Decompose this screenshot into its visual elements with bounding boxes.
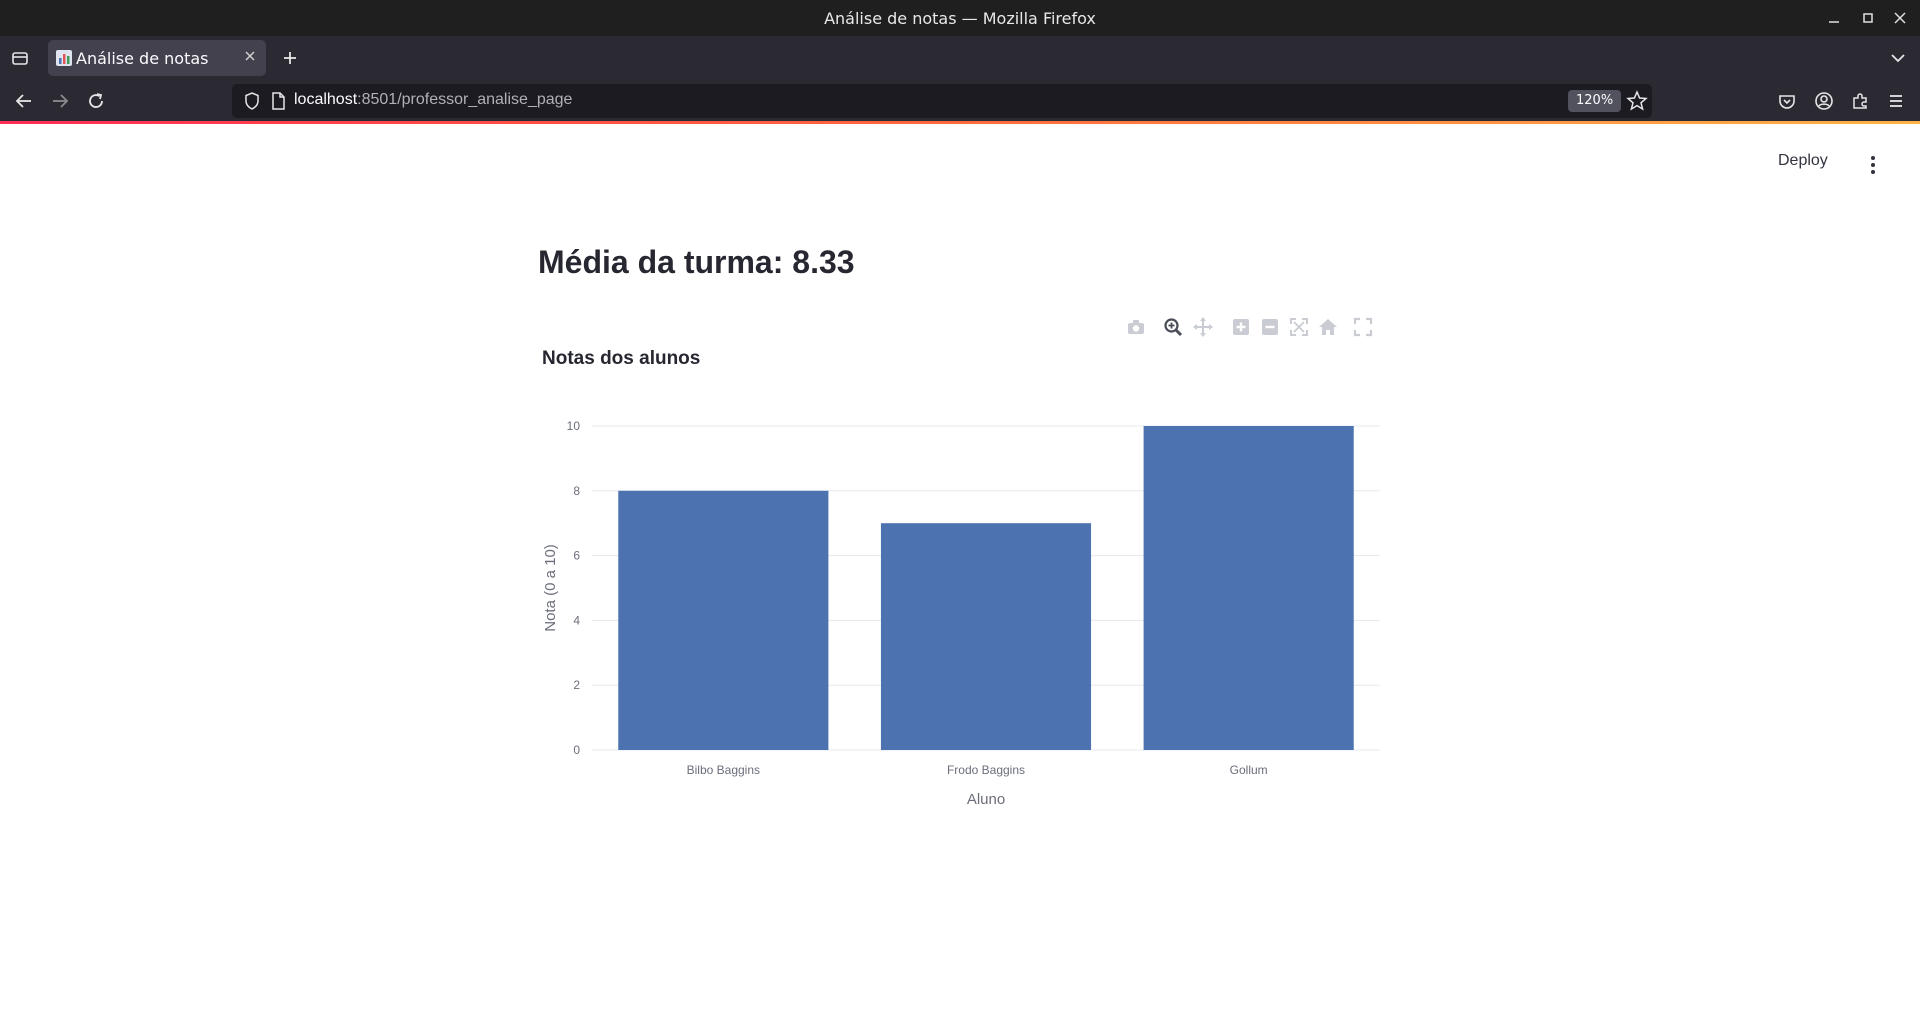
fullscreen-icon[interactable] <box>1352 316 1374 338</box>
menu-icon[interactable] <box>1884 89 1908 113</box>
tab-bar: Análise de notas <box>0 36 1920 80</box>
y-axis-title: Nota (0 a 10) <box>542 544 559 632</box>
bar-chart-favicon-icon <box>56 50 72 66</box>
forward-icon[interactable] <box>48 89 72 113</box>
zoom-level-badge[interactable]: 120% <box>1568 90 1622 112</box>
y-axis-ticks: 0 2 4 6 8 10 <box>567 419 581 757</box>
url-host: localhost <box>294 91 358 108</box>
tab-label: Análise de notas <box>76 49 209 68</box>
chart-bars <box>618 426 1354 750</box>
maximize-icon[interactable] <box>1856 6 1880 30</box>
page-title: Média da turma: 8.33 <box>538 244 855 280</box>
bar-bilbo-baggins[interactable] <box>618 490 829 750</box>
camera-icon[interactable] <box>1125 316 1147 338</box>
close-window-icon[interactable] <box>1888 6 1912 30</box>
zoom-in-icon[interactable] <box>1230 316 1252 338</box>
new-tab-icon[interactable] <box>278 46 302 74</box>
y-tick-label: 2 <box>573 678 580 692</box>
tab-overview-icon[interactable] <box>8 46 32 74</box>
bookmark-star-icon[interactable] <box>1626 90 1648 116</box>
tab-analise-de-notas[interactable]: Análise de notas <box>48 40 266 76</box>
window-titlebar: Análise de notas — Mozilla Firefox <box>0 0 1920 36</box>
chart-title: Notas dos alunos <box>542 348 701 369</box>
x-tick-label: Frodo Baggins <box>947 763 1025 777</box>
pocket-icon[interactable] <box>1775 89 1799 113</box>
back-icon[interactable] <box>12 89 36 113</box>
bar-chart[interactable]: 0 2 4 6 8 10 Bilbo Baggins Frodo Baggins Gollum… <box>530 400 1390 820</box>
window-title: Análise de notas — Mozilla Firefox <box>824 9 1096 28</box>
account-icon[interactable] <box>1812 89 1836 113</box>
y-tick-label: 6 <box>573 549 580 563</box>
y-tick-label: 10 <box>567 419 581 433</box>
y-tick-label: 0 <box>573 743 580 757</box>
close-tab-icon[interactable] <box>242 48 258 68</box>
zoom-icon[interactable] <box>1162 316 1184 338</box>
main-menu-kebab-icon[interactable] <box>1864 154 1882 176</box>
minimize-icon[interactable] <box>1822 6 1846 30</box>
bar-frodo-baggins[interactable] <box>880 523 1092 750</box>
reload-icon[interactable] <box>84 89 108 113</box>
autoscale-icon[interactable] <box>1288 316 1310 338</box>
url-path: :8501/professor_analise_page <box>357 91 573 108</box>
pan-icon[interactable] <box>1192 316 1214 338</box>
bar-gollum[interactable] <box>1143 426 1354 750</box>
extensions-icon[interactable] <box>1848 89 1872 113</box>
reset-axes-home-icon[interactable] <box>1317 316 1339 338</box>
x-axis-title: Aluno <box>967 791 1005 808</box>
list-all-tabs-icon[interactable] <box>1886 46 1910 74</box>
page-info-icon[interactable] <box>268 91 288 115</box>
deploy-button[interactable]: Deploy <box>1778 152 1828 170</box>
url-text[interactable]: localhost:8501/professor_analise_page <box>294 91 572 109</box>
loading-accent-line <box>0 121 1920 124</box>
y-tick-label: 4 <box>573 613 580 627</box>
x-tick-label: Gollum <box>1230 763 1268 777</box>
zoom-out-icon[interactable] <box>1259 316 1281 338</box>
x-axis-ticks: Bilbo Baggins Frodo Baggins Gollum <box>687 763 1268 777</box>
address-bar[interactable]: localhost:8501/professor_analise_page 12… <box>232 84 1652 118</box>
shield-icon[interactable] <box>242 91 262 115</box>
x-tick-label: Bilbo Baggins <box>687 763 760 777</box>
y-tick-label: 8 <box>573 484 580 498</box>
navigation-toolbar: localhost:8501/professor_analise_page 12… <box>0 80 1920 122</box>
